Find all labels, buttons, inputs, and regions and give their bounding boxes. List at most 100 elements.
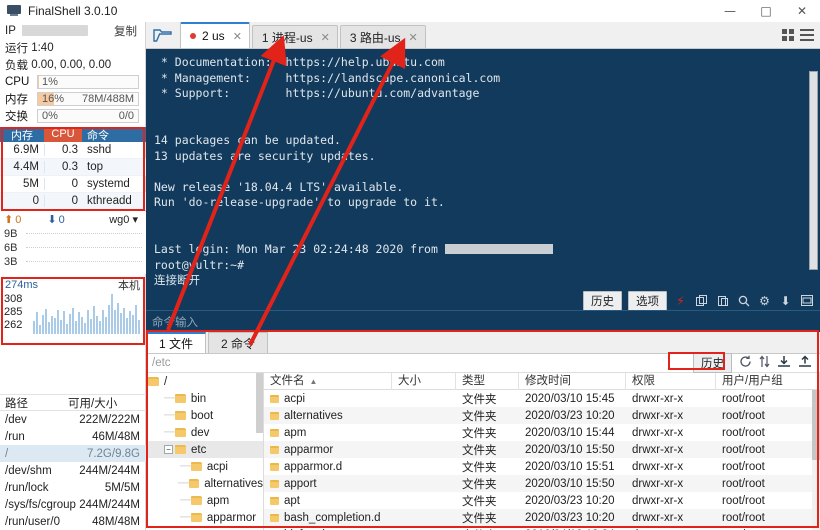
file-name: apport [284, 477, 317, 490]
terminal-last-login: Last login: Mon Mar 23 02:24:48 2020 fro… [154, 242, 438, 257]
close-icon[interactable]: ✕ [409, 31, 418, 44]
network-axis-label-0: 9B [4, 228, 18, 240]
process-row[interactable]: 5M 0 systemd [0, 176, 146, 193]
maximize-button[interactable]: □ [748, 0, 784, 22]
tree-node-boot[interactable]: ── boot [146, 407, 263, 424]
file-owner: root/root [722, 392, 765, 405]
file-permissions: drwxr-xr-x [632, 392, 684, 405]
file-header-permissions[interactable]: 权限 [626, 373, 716, 390]
gear-icon[interactable]: ⚙ [757, 294, 772, 308]
file-row[interactable]: bash_completion.d 文件夹 2020/03/23 10:20 drwx… [264, 509, 820, 526]
disk-row[interactable]: /dev 222M/222M [0, 411, 146, 428]
file-panel-tab-2[interactable]: 2 命令 [208, 332, 269, 353]
disk-row[interactable]: /run 46M/48M [0, 428, 146, 445]
terminal-panel[interactable]: * Documentation: https://help.ubuntu.com… [146, 49, 820, 332]
process-row[interactable]: 6.9M 0.3 sshd [0, 142, 146, 159]
terminal-tab-1[interactable]: 2 us ✕ [180, 22, 250, 48]
download-icon[interactable]: ⬇ [778, 294, 793, 308]
lightning-icon[interactable]: ⚡ [673, 294, 688, 308]
folder-icon [174, 411, 186, 420]
file-name: apm [284, 426, 307, 439]
file-row[interactable]: apparmor.d 文件夹 2020/03/10 15:51 drwxr-xr-x r… [264, 458, 820, 475]
process-table-body: 6.9M 0.3 sshd 4.4M 0.3 top 5M 0 systemd 0 0 kthread… [0, 142, 146, 210]
file-row[interactable]: acpi 文件夹 2020/03/10 15:45 drwxr-xr-x root/ro… [264, 390, 820, 407]
file-row[interactable]: alternatives 文件夹 2020/03/23 10:20 drwxr-xr-… [264, 407, 820, 424]
disk-header-size[interactable]: 可用/大小 [64, 395, 146, 411]
terminal-tab-3[interactable]: 3 路由-us ✕ [339, 25, 426, 48]
disk-row[interactable]: / 7.2G/9.8G [0, 445, 146, 462]
finalshell-window: FinalShell 3.0.10 — □ ✕ IP 复制 运行 1:40 负载… [0, 0, 820, 530]
file-permissions: drwxr-xr-x [632, 477, 684, 490]
file-row[interactable]: apt 文件夹 2020/03/23 10:20 drwxr-xr-x root/roo… [264, 492, 820, 509]
file-name: apparmor [284, 443, 334, 456]
file-panel-tab-1[interactable]: 1 文件 [146, 332, 207, 353]
tree-guide: ── [180, 512, 191, 523]
grid-view-icon[interactable] [782, 29, 795, 44]
tree-node-alternatives[interactable]: ── alternatives [146, 475, 263, 492]
close-icon[interactable]: ✕ [233, 30, 242, 43]
copy-icon[interactable] [694, 294, 709, 307]
file-permissions: drwxr-xr-x [632, 511, 684, 524]
disk-table-header: 路径 可用/大小 [0, 394, 146, 411]
file-permissions: drwxr-xr-x [632, 443, 684, 456]
download-file-icon[interactable] [777, 355, 791, 371]
copy-ip-button[interactable]: 复制 [114, 23, 137, 39]
close-icon[interactable]: ✕ [321, 31, 330, 44]
terminal-scrollbar[interactable] [809, 71, 818, 270]
process-header-command[interactable]: 命令 [82, 127, 146, 143]
command-input[interactable]: 命令输入 [146, 310, 820, 332]
network-interface-selector[interactable]: wg0 ▾ [109, 213, 138, 226]
terminal-history-button[interactable]: 历史 [583, 290, 622, 311]
file-row[interactable]: apm 文件夹 2020/03/10 15:44 drwxr-xr-x root/roo… [264, 424, 820, 441]
collapse-icon[interactable]: − [164, 445, 173, 454]
file-header-size[interactable]: 大小 [392, 373, 456, 390]
close-button[interactable]: ✕ [784, 0, 820, 22]
tree-node-apm[interactable]: ── apm [146, 492, 263, 509]
terminal-options-button[interactable]: 选项 [628, 290, 667, 311]
tree-node-label: / [164, 375, 168, 388]
tree-node-acpi[interactable]: ── acpi [146, 458, 263, 475]
latency-bars [33, 294, 140, 334]
disk-path: /run/user/0 [5, 515, 60, 528]
disk-header-path[interactable]: 路径 [0, 395, 64, 411]
window-icon[interactable] [799, 295, 814, 306]
tree-node-root[interactable]: / [146, 373, 263, 390]
disk-row[interactable]: /dev/shm 244M/244M [0, 462, 146, 479]
tree-node-apparmor[interactable]: ── apparmor [146, 509, 263, 526]
file-list: 文件名 ▲ 大小 类型 修改时间 权限 用户/用户组 acpi 文件夹 2020/03… [264, 373, 820, 530]
disk-row[interactable]: /run/user/0 48M/48M [0, 513, 146, 530]
arrow-down-icon: ⬇ [47, 213, 57, 226]
minimize-button[interactable]: — [712, 0, 748, 22]
tree-scrollbar[interactable] [256, 373, 263, 433]
process-row[interactable]: 4.4M 0.3 top [0, 159, 146, 176]
process-header-memory[interactable]: 内存 [0, 127, 44, 143]
list-view-icon[interactable] [800, 29, 814, 44]
process-row[interactable]: 0 0 kthreadd [0, 193, 146, 210]
file-history-button[interactable]: 历史 [693, 353, 732, 373]
terminal-tab-2[interactable]: 1 进程-us ✕ [251, 25, 338, 48]
disk-row[interactable]: /run/lock 5M/5M [0, 479, 146, 496]
file-row[interactable]: binfmt.d文件夹2016/04/12 18:34drwxr-xr-xroo… [264, 526, 820, 530]
tree-node-etc[interactable]: − etc [146, 441, 263, 458]
file-header-owner[interactable]: 用户/用户组 [716, 373, 820, 390]
upload-file-icon[interactable] [798, 355, 812, 371]
process-header-cpu[interactable]: CPU [44, 127, 82, 142]
refresh-icon[interactable] [739, 355, 752, 371]
file-header-name[interactable]: 文件名 ▲ [264, 373, 392, 390]
tree-node-bin[interactable]: ── bin [146, 390, 263, 407]
tree-node-dev[interactable]: ── dev [146, 424, 263, 441]
search-icon[interactable] [736, 295, 751, 307]
file-row[interactable]: apparmor 文件夹 2020/03/10 15:50 drwxr-xr-x roo… [264, 441, 820, 458]
file-list-scrollbar[interactable] [812, 390, 820, 530]
file-header-mtime[interactable]: 修改时间 [519, 373, 626, 390]
file-row[interactable]: apport 文件夹 2020/03/10 15:50 drwxr-xr-x root/… [264, 475, 820, 492]
file-header-type[interactable]: 类型 [456, 373, 519, 390]
disk-row[interactable]: /sys/fs/cgroup 244M/244M [0, 496, 146, 513]
open-folder-icon[interactable] [146, 22, 180, 48]
paste-icon[interactable] [715, 295, 730, 307]
ip-row: IP 复制 [0, 22, 145, 39]
transfer-icon[interactable] [759, 355, 770, 371]
file-mtime: 2020/03/10 15:45 [525, 392, 615, 405]
path-input[interactable]: /etc [146, 357, 171, 369]
file-owner: root/root [722, 460, 765, 473]
